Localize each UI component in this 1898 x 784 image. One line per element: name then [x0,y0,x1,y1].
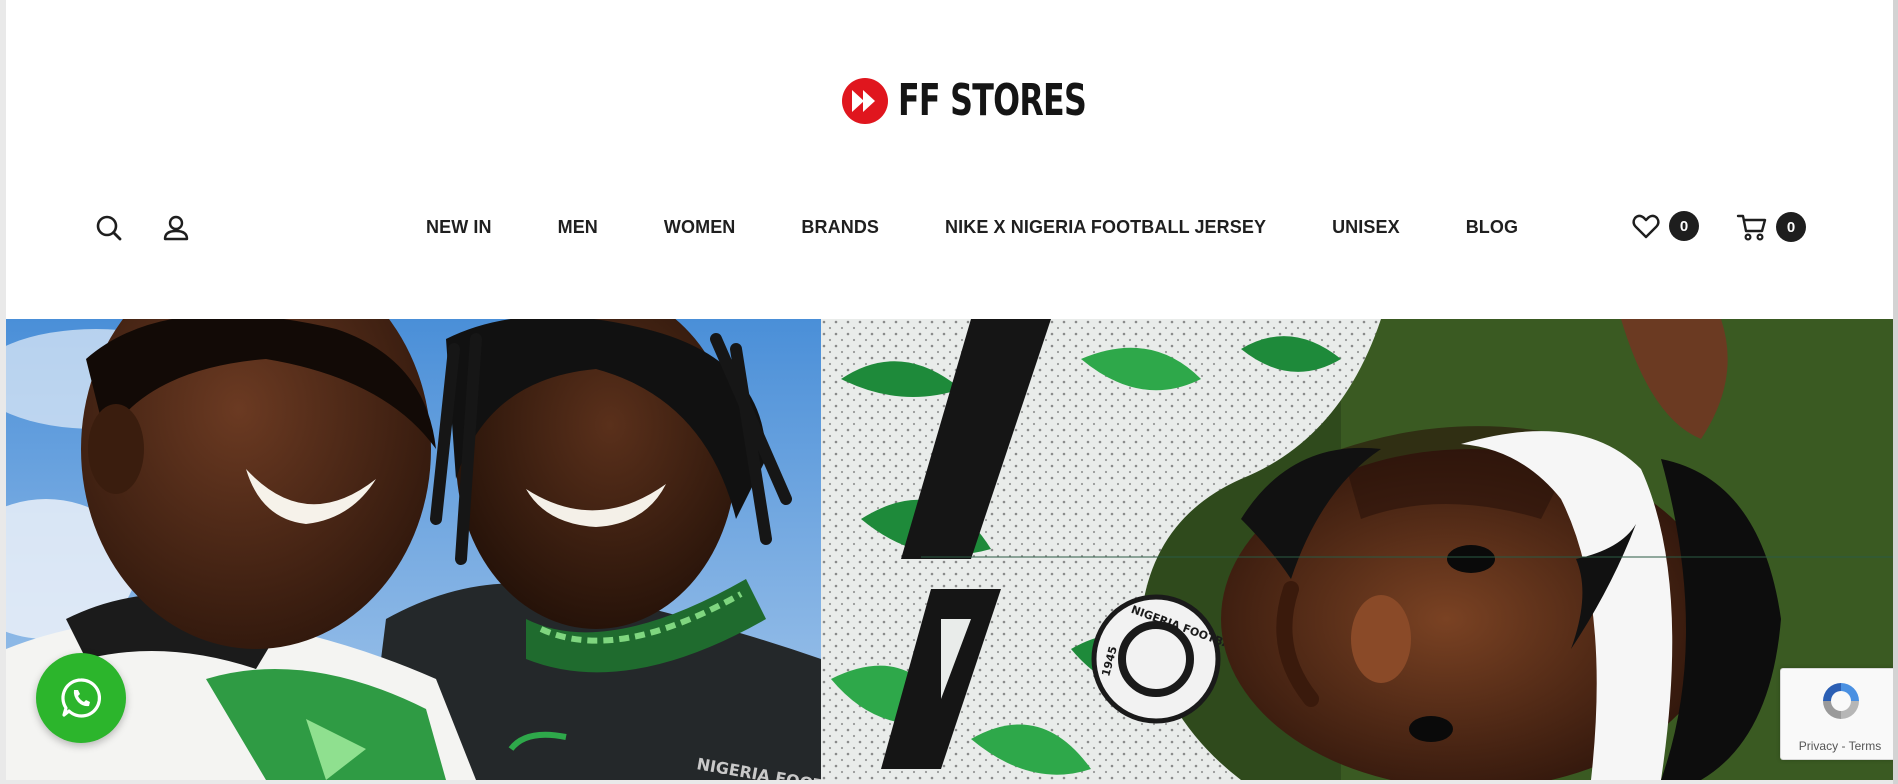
hero-banner[interactable]: NIGERIA FOOTBALL FED [6,319,1898,780]
main-nav: NEW IN MEN WOMEN BRANDS NIKE X NIGERIA F… [6,205,1898,249]
menu-item-unisex[interactable]: UNISEX [1332,217,1400,238]
whatsapp-chat-button[interactable] [36,653,126,743]
menu-item-brands[interactable]: BRANDS [801,217,879,238]
recaptcha-icon [1823,683,1859,719]
menu-item-blog[interactable]: BLOG [1466,217,1518,238]
user-icon[interactable] [161,213,191,243]
primary-menu: NEW IN MEN WOMEN BRANDS NIKE X NIGERIA F… [426,205,1518,249]
cart-button[interactable]: 0 [1736,211,1806,243]
menu-item-men[interactable]: MEN [558,217,598,238]
menu-item-nike-nigeria-jersey[interactable]: NIKE X NIGERIA FOOTBALL JERSEY [945,217,1266,238]
brand-name: FF STORES [898,75,1087,126]
recaptcha-terms-link[interactable]: Terms [1849,739,1882,753]
recaptcha-privacy-link[interactable]: Privacy [1799,739,1838,753]
hero-image-right: NIGERIA FOOTBALL FEDERATION 1945 [821,319,1898,780]
wishlist-count-badge: 0 [1669,211,1699,241]
search-icon[interactable] [94,213,124,243]
recaptcha-links: Privacy - Terms [1781,739,1898,753]
whatsapp-icon [61,678,101,718]
recaptcha-badge[interactable]: Privacy - Terms [1780,668,1898,760]
wishlist-button[interactable]: 0 [1631,211,1699,241]
hero-image-left: NIGERIA FOOTBALL FED [6,319,821,780]
scrollbar[interactable] [1893,0,1898,784]
menu-item-new-in[interactable]: NEW IN [426,217,492,238]
brand-logo[interactable]: FF STORES [842,73,1159,129]
menu-item-women[interactable]: WOMEN [664,217,736,238]
recaptcha-separator: - [1838,739,1849,753]
page: FF STORES NEW IN MEN WOMEN BRANDS NIKE X… [6,0,1898,780]
heart-icon [1632,214,1660,239]
logo-play-icon [842,78,888,124]
cart-icon [1736,214,1767,241]
cart-count-badge: 0 [1776,212,1806,242]
